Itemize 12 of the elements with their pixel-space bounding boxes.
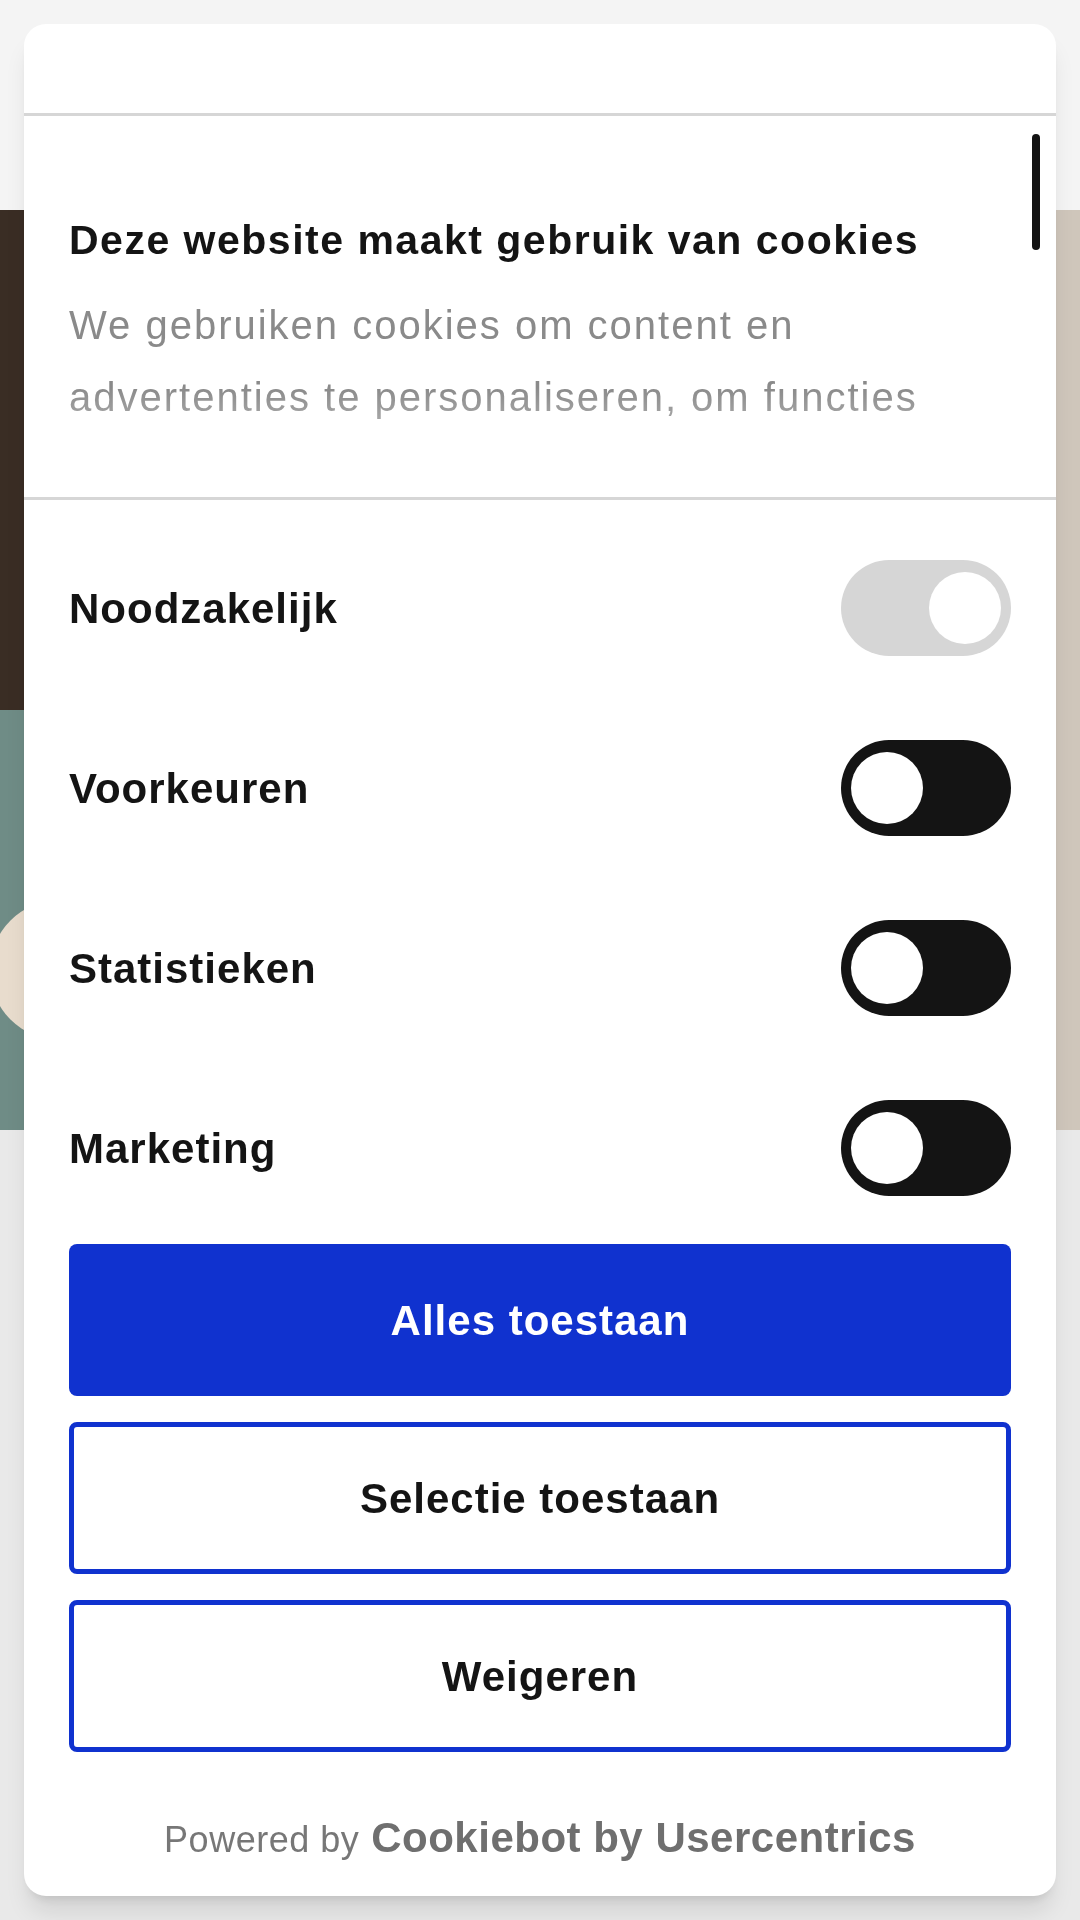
scrollbar[interactable] xyxy=(1032,134,1040,250)
category-label: Statistieken xyxy=(69,943,317,994)
secondary-button[interactable]: Selectie toestaan xyxy=(69,1422,1011,1574)
category-label: Voorkeuren xyxy=(69,763,310,814)
dialog-title: Deze website maakt gebruik van cookies xyxy=(69,216,920,265)
dialog-description: We gebruiken cookies om content en advertenties te personaliseren, om functies xyxy=(69,302,919,422)
category-label: Marketing xyxy=(69,1123,277,1174)
category-label: Noodzakelijk xyxy=(69,583,338,634)
powered-by-text: Powered by xyxy=(164,1818,360,1862)
brand-link[interactable]: Cookiebot by Usercentrics xyxy=(371,1806,916,1869)
allow-all-button[interactable]: Alles toestaan xyxy=(69,1244,1011,1396)
secondary-button[interactable]: Weigeren xyxy=(69,1600,1011,1752)
